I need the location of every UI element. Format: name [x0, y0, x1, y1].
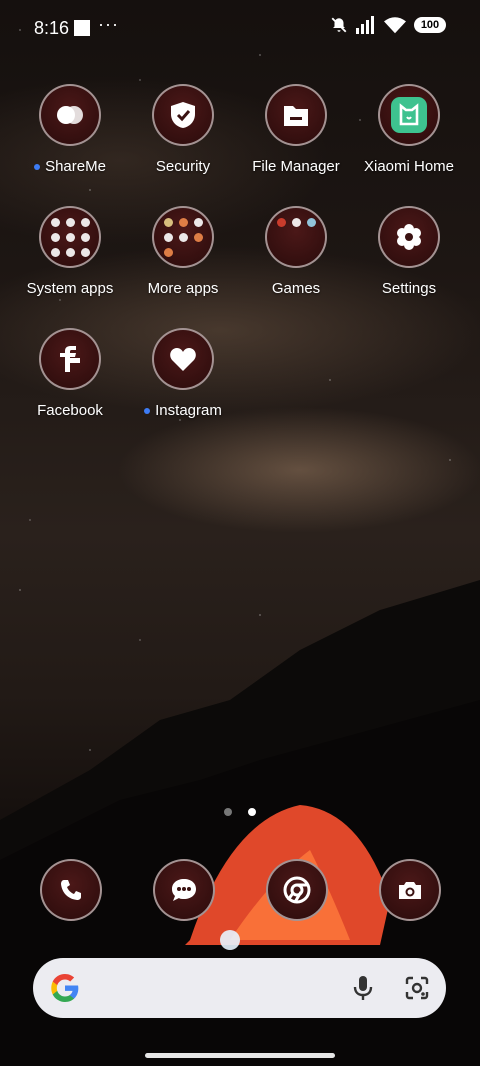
new-indicator	[144, 407, 151, 414]
app-label: Games	[271, 280, 321, 297]
notification-square-icon	[74, 20, 90, 36]
gear-icon	[378, 206, 440, 268]
app-label: Instagram	[155, 402, 222, 419]
app-facebook[interactable]: Facebook	[15, 328, 125, 419]
app-label: Facebook	[37, 402, 103, 419]
dock-messages[interactable]	[153, 859, 215, 921]
app-label: More apps	[147, 280, 219, 297]
page-dot-1	[224, 808, 232, 816]
google-search-bar[interactable]	[33, 958, 446, 1018]
lens-icon[interactable]	[404, 975, 430, 1001]
shareme-icon	[39, 84, 101, 146]
dock-phone[interactable]	[40, 859, 102, 921]
battery-icon: 100	[414, 17, 446, 33]
security-shield-icon	[152, 84, 214, 146]
camera-icon	[379, 859, 441, 921]
notification-overflow-icon: ···	[98, 14, 119, 34]
chrome-icon	[266, 859, 328, 921]
app-security[interactable]: Security	[128, 84, 238, 175]
app-label: ShareMe	[45, 158, 106, 175]
dock-chrome[interactable]	[266, 859, 328, 921]
status-bar: 8:16 ··· 100	[0, 0, 480, 56]
facebook-icon	[39, 328, 101, 390]
folder-icon	[265, 84, 327, 146]
signal-icon	[356, 16, 374, 34]
app-xiaomi-home[interactable]: Xiaomi Home	[354, 84, 464, 175]
system-apps-folder-icon	[39, 206, 101, 268]
app-file-manager[interactable]: File Manager	[241, 84, 351, 175]
phone-icon	[40, 859, 102, 921]
dock-camera[interactable]	[379, 859, 441, 921]
app-label: Xiaomi Home	[363, 158, 455, 175]
app-shareme[interactable]: ShareMe	[15, 84, 125, 175]
mic-icon[interactable]	[352, 975, 374, 1001]
mute-icon	[331, 17, 347, 33]
new-indicator	[34, 163, 41, 170]
wifi-icon	[384, 17, 406, 34]
heart-icon	[152, 328, 214, 390]
app-label: Security	[155, 158, 211, 175]
more-apps-folder-icon	[152, 206, 214, 268]
app-label: File Manager	[252, 158, 340, 175]
app-label: Settings	[381, 280, 437, 297]
messages-icon	[153, 859, 215, 921]
status-time: 8:16	[34, 18, 70, 38]
folder-games[interactable]: Games	[241, 206, 351, 297]
gesture-nav-bar[interactable]	[145, 1053, 335, 1058]
app-settings[interactable]: Settings	[354, 206, 464, 297]
google-logo	[51, 974, 79, 1002]
app-instagram[interactable]: Instagram	[128, 328, 238, 419]
games-folder-icon	[265, 206, 327, 268]
folder-system-apps[interactable]: System apps	[15, 206, 125, 297]
folder-more-apps[interactable]: More apps	[128, 206, 238, 297]
page-dot-2	[248, 808, 256, 816]
page-indicator	[0, 808, 480, 816]
app-label: System apps	[26, 280, 114, 297]
xiaomi-home-icon	[378, 84, 440, 146]
